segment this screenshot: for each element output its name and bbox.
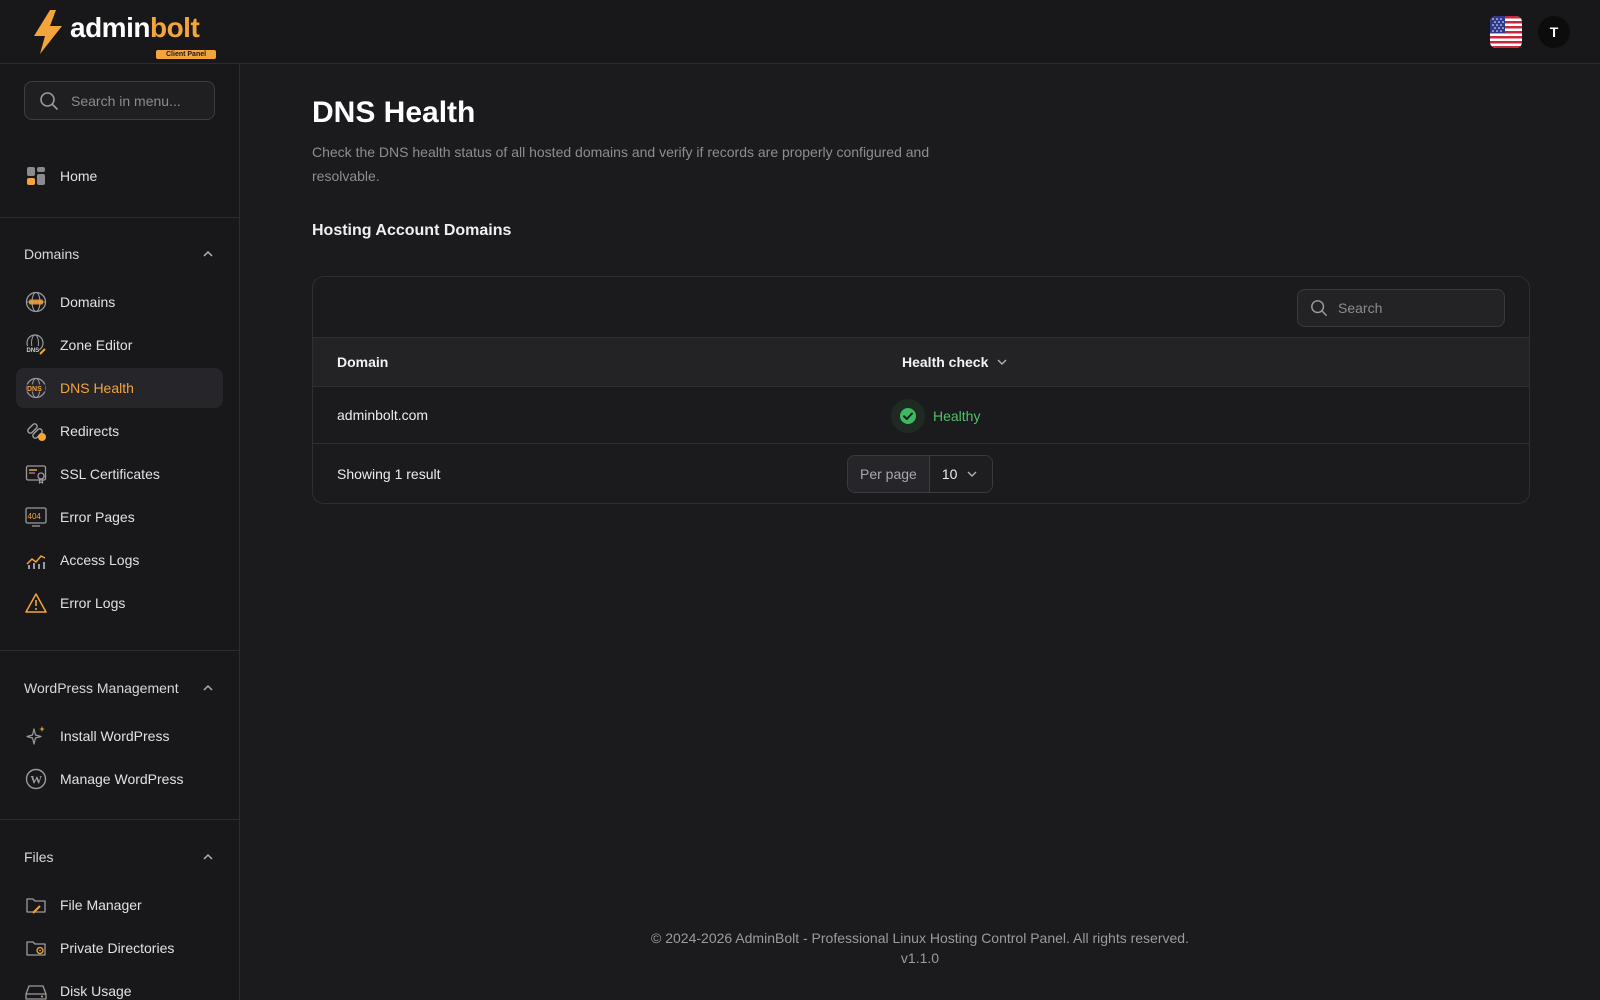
link-icon bbox=[24, 419, 48, 443]
certificate-icon bbox=[24, 462, 48, 486]
group-header-wordpress-management[interactable]: WordPress Management bbox=[24, 678, 215, 698]
group-title: Domains bbox=[24, 246, 80, 262]
brand-subtitle: Client Panel bbox=[156, 49, 217, 59]
sidebar-item-label: Error Logs bbox=[60, 595, 126, 611]
sidebar-item-zone-editor[interactable]: DNS Zone Editor bbox=[16, 325, 223, 365]
sidebar-item-error-logs[interactable]: Error Logs bbox=[16, 583, 223, 623]
sidebar-item-install-wordpress[interactable]: Install WordPress bbox=[16, 716, 223, 756]
sidebar-item-label: Home bbox=[60, 168, 98, 184]
divider bbox=[0, 217, 239, 218]
page-description: Check the DNS health status of all hoste… bbox=[312, 144, 930, 184]
brand-name: adminbolt bbox=[70, 11, 200, 43]
brand-name-part2: bolt bbox=[149, 11, 200, 43]
sidebar-item-ssl-certificates[interactable]: SSL Certificates bbox=[16, 454, 223, 494]
dns-edit-icon: DNS bbox=[24, 333, 48, 357]
table-header: Domain Health check bbox=[313, 338, 1529, 387]
sidebar-item-file-manager[interactable]: File Manager bbox=[16, 885, 223, 925]
sidebar-item-redirects[interactable]: Redirects bbox=[16, 411, 223, 451]
sidebar-item-domains[interactable]: Domains bbox=[16, 282, 223, 322]
wordpress-icon: W bbox=[24, 767, 48, 791]
warning-icon bbox=[24, 591, 48, 615]
sidebar-item-private-directories[interactable]: Private Directories bbox=[16, 928, 223, 968]
results-count: Showing 1 result bbox=[337, 466, 441, 482]
bolt-logo-icon bbox=[34, 9, 62, 54]
error-404-icon: 404 bbox=[24, 505, 48, 529]
version-text: v1.1.0 bbox=[900, 950, 940, 966]
sidebar-item-label: DNS Health bbox=[60, 380, 134, 396]
sidebar-item-label: Access Logs bbox=[60, 552, 140, 568]
svg-text:W: W bbox=[30, 773, 42, 787]
sidebar-search[interactable] bbox=[24, 81, 215, 120]
brand-name-part1: admin bbox=[70, 11, 150, 43]
home-grid-icon bbox=[24, 164, 48, 188]
sparkle-icon bbox=[24, 724, 48, 748]
sidebar-item-label: SSL Certificates bbox=[60, 466, 160, 482]
dns-health-icon: DNS bbox=[24, 376, 48, 400]
globe-icon bbox=[24, 290, 48, 314]
sidebar-item-disk-usage[interactable]: Disk Usage bbox=[16, 971, 223, 1000]
table-search[interactable] bbox=[1297, 289, 1505, 327]
top-bar: adminbolt Client Panel T bbox=[0, 0, 1600, 64]
page-footer: © 2024-2026 AdminBolt - Professional Lin… bbox=[240, 928, 1600, 968]
domain-cell: adminbolt.com bbox=[337, 407, 429, 423]
us-flag-icon[interactable] bbox=[1490, 15, 1522, 48]
sidebar-item-error-pages[interactable]: 404 Error Pages bbox=[16, 497, 223, 537]
search-icon bbox=[40, 91, 58, 110]
column-header-health-check[interactable]: Health check bbox=[902, 354, 1008, 370]
table-toolbar bbox=[313, 277, 1529, 338]
brand-logo[interactable]: adminbolt Client Panel bbox=[30, 9, 217, 59]
check-circle-icon bbox=[891, 399, 925, 433]
sidebar-item-manage-wordpress[interactable]: W Manage WordPress bbox=[16, 759, 223, 799]
sidebar-item-label: Install WordPress bbox=[60, 728, 170, 744]
disk-icon bbox=[24, 979, 48, 1000]
sidebar-item-label: Error Pages bbox=[60, 509, 135, 525]
domains-table: Domain Health check adminbolt.com Health… bbox=[312, 276, 1530, 504]
chart-icon bbox=[24, 548, 48, 572]
svg-text:DNS: DNS bbox=[27, 386, 42, 393]
health-status: Healthy bbox=[891, 399, 980, 433]
chevron-up-icon bbox=[203, 684, 213, 691]
column-header-domain: Domain bbox=[337, 354, 389, 370]
sidebar-item-home[interactable]: Home bbox=[16, 156, 223, 196]
chevron-down-icon bbox=[967, 471, 977, 477]
group-header-domains[interactable]: Domains bbox=[24, 244, 215, 264]
group-header-files[interactable]: Files bbox=[24, 847, 215, 867]
search-icon bbox=[1311, 300, 1327, 316]
table-row: adminbolt.com Healthy bbox=[313, 387, 1529, 444]
group-title: Files bbox=[24, 849, 54, 865]
sidebar-item-label: Redirects bbox=[60, 423, 120, 439]
user-avatar[interactable]: T bbox=[1538, 15, 1570, 48]
group-title: WordPress Management bbox=[24, 680, 179, 696]
chevron-up-icon bbox=[203, 853, 213, 860]
column-header-label: Health check bbox=[902, 354, 989, 370]
per-page-value: 10 bbox=[941, 466, 958, 482]
sidebar: Home Domains Domains DNS Zone Editor DNS… bbox=[0, 64, 240, 1000]
sidebar-item-label: Disk Usage bbox=[60, 983, 132, 999]
sidebar-item-label: Zone Editor bbox=[60, 337, 133, 353]
sidebar-item-access-logs[interactable]: Access Logs bbox=[16, 540, 223, 580]
per-page-control: Per page 10 bbox=[847, 455, 993, 493]
section-title: Hosting Account Domains bbox=[312, 222, 512, 239]
page-title: DNS Health bbox=[312, 96, 476, 129]
folder-edit-icon bbox=[24, 893, 48, 917]
table-search-input[interactable] bbox=[1338, 300, 1488, 316]
divider bbox=[0, 650, 239, 651]
health-status-label: Healthy bbox=[933, 408, 981, 424]
chevron-down-icon bbox=[997, 359, 1007, 365]
svg-text:404: 404 bbox=[28, 512, 42, 521]
svg-text:DNS: DNS bbox=[27, 348, 40, 354]
sidebar-item-dns-health[interactable]: DNS DNS Health bbox=[16, 368, 223, 408]
sidebar-item-label: Manage WordPress bbox=[60, 771, 184, 787]
table-footer: Showing 1 result Per page 10 bbox=[313, 444, 1529, 503]
sidebar-item-label: Domains bbox=[60, 294, 116, 310]
folder-lock-icon bbox=[24, 936, 48, 960]
chevron-up-icon bbox=[203, 250, 213, 257]
divider bbox=[0, 819, 239, 820]
per-page-label: Per page bbox=[848, 456, 930, 492]
per-page-select[interactable]: 10 bbox=[929, 456, 992, 492]
copyright-text: © 2024-2026 AdminBolt - Professional Lin… bbox=[651, 930, 1189, 946]
sidebar-search-input[interactable] bbox=[71, 92, 201, 109]
sidebar-item-label: Private Directories bbox=[60, 940, 175, 956]
sidebar-item-label: File Manager bbox=[60, 897, 142, 913]
